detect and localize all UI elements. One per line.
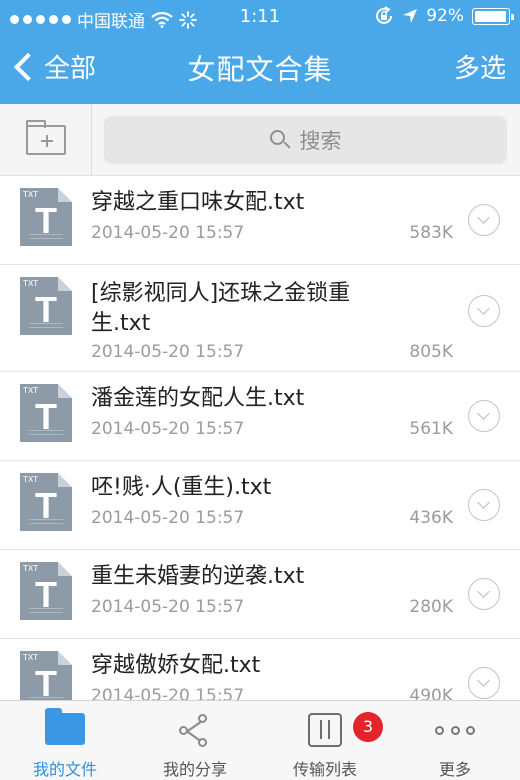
file-date: 2014-05-20 15:57 bbox=[91, 597, 245, 617]
file-row[interactable]: TXT T [综影视同人]还珠之金锁重生.txt 2014-05-20 15:5… bbox=[0, 265, 520, 372]
file-size: 490K bbox=[409, 686, 453, 700]
more-icon bbox=[435, 726, 475, 736]
txt-file-icon: TXT T bbox=[20, 277, 72, 335]
status-bar: 中国联通 1:11 92% bbox=[0, 0, 520, 34]
expand-chevron-icon[interactable] bbox=[468, 295, 500, 327]
file-size: 805K bbox=[409, 342, 453, 362]
file-row[interactable]: TXT T 穿越之重口味女配.txt 2014-05-20 15:57 583K bbox=[0, 176, 520, 265]
tab-label: 我的文件 bbox=[32, 760, 97, 779]
tab-label: 更多 bbox=[438, 760, 471, 779]
tab-more[interactable]: 更多 bbox=[390, 701, 520, 780]
file-size: 436K bbox=[409, 508, 453, 528]
location-arrow-icon bbox=[403, 9, 418, 23]
file-name: 穿越傲娇女配.txt bbox=[91, 653, 261, 678]
file-date: 2014-05-20 15:57 bbox=[91, 686, 245, 700]
file-date: 2014-05-20 15:57 bbox=[91, 223, 245, 243]
file-size: 280K bbox=[409, 597, 453, 617]
txt-file-icon: TXT T bbox=[20, 384, 72, 442]
tab-my-files[interactable]: 我的文件 bbox=[0, 701, 130, 780]
toolbar: 搜索 bbox=[0, 104, 520, 176]
tab-bar: 我的文件 我的分享 传输列表 更多 3 bbox=[0, 700, 520, 780]
tab-label: 传输列表 bbox=[292, 760, 357, 779]
battery-percent: 92% bbox=[426, 6, 464, 26]
status-right: 92% bbox=[374, 6, 514, 26]
tab-label: 我的分享 bbox=[162, 760, 227, 779]
file-name: 潘金莲的女配人生.txt bbox=[91, 386, 305, 411]
multi-select-button[interactable]: 多选 bbox=[454, 48, 506, 85]
file-size: 561K bbox=[409, 419, 453, 439]
txt-file-icon: TXT T bbox=[20, 188, 72, 246]
search-icon bbox=[269, 130, 291, 150]
header: 中国联通 1:11 92% 全部 女配文合集 多选 bbox=[0, 0, 520, 104]
search-input[interactable]: 搜索 bbox=[104, 116, 507, 164]
app-root: 中国联通 1:11 92% 全部 女配文合集 多选 搜索 TXT T 穿越之重口… bbox=[0, 0, 520, 780]
txt-file-icon: TXT T bbox=[20, 562, 72, 620]
txt-file-icon: TXT T bbox=[20, 473, 72, 531]
transfer-list-icon bbox=[308, 713, 342, 747]
nav-bar: 全部 女配文合集 多选 bbox=[0, 34, 520, 104]
expand-chevron-icon[interactable] bbox=[468, 667, 500, 699]
file-name: 穿越之重口味女配.txt bbox=[91, 190, 305, 215]
new-folder-button[interactable] bbox=[0, 104, 92, 176]
file-row[interactable]: TXT T 穿越傲娇女配.txt 2014-05-20 15:57 490K bbox=[0, 639, 520, 700]
expand-chevron-icon[interactable] bbox=[468, 400, 500, 432]
file-name: 重生未婚妻的逆袭.txt bbox=[91, 564, 305, 589]
share-icon bbox=[178, 713, 212, 749]
expand-chevron-icon[interactable] bbox=[468, 489, 500, 521]
file-date: 2014-05-20 15:57 bbox=[91, 419, 245, 439]
expand-chevron-icon[interactable] bbox=[468, 204, 500, 236]
file-row[interactable]: TXT T 潘金莲的女配人生.txt 2014-05-20 15:57 561K bbox=[0, 372, 520, 461]
search-placeholder: 搜索 bbox=[299, 129, 342, 153]
battery-icon bbox=[472, 7, 514, 25]
notification-badge: 3 bbox=[353, 712, 383, 742]
file-size: 583K bbox=[409, 223, 453, 243]
file-name: [综影视同人]还珠之金锁重生.txt bbox=[91, 281, 351, 336]
file-row[interactable]: TXT T 呸!贱·人(重生).txt 2014-05-20 15:57 436… bbox=[0, 461, 520, 550]
file-date: 2014-05-20 15:57 bbox=[91, 508, 245, 528]
rotation-lock-icon bbox=[376, 6, 393, 24]
file-row[interactable]: TXT T 重生未婚妻的逆袭.txt 2014-05-20 15:57 280K bbox=[0, 550, 520, 639]
txt-file-icon: TXT T bbox=[20, 651, 72, 700]
file-date: 2014-05-20 15:57 bbox=[91, 342, 245, 362]
page-title: 女配文合集 bbox=[187, 53, 333, 86]
expand-chevron-icon[interactable] bbox=[468, 578, 500, 610]
tab-my-shares[interactable]: 我的分享 bbox=[130, 701, 260, 780]
folder-icon bbox=[45, 708, 85, 745]
new-folder-icon bbox=[25, 120, 66, 155]
file-name: 呸!贱·人(重生).txt bbox=[91, 475, 272, 500]
file-list: TXT T 穿越之重口味女配.txt 2014-05-20 15:57 583K… bbox=[0, 176, 520, 700]
